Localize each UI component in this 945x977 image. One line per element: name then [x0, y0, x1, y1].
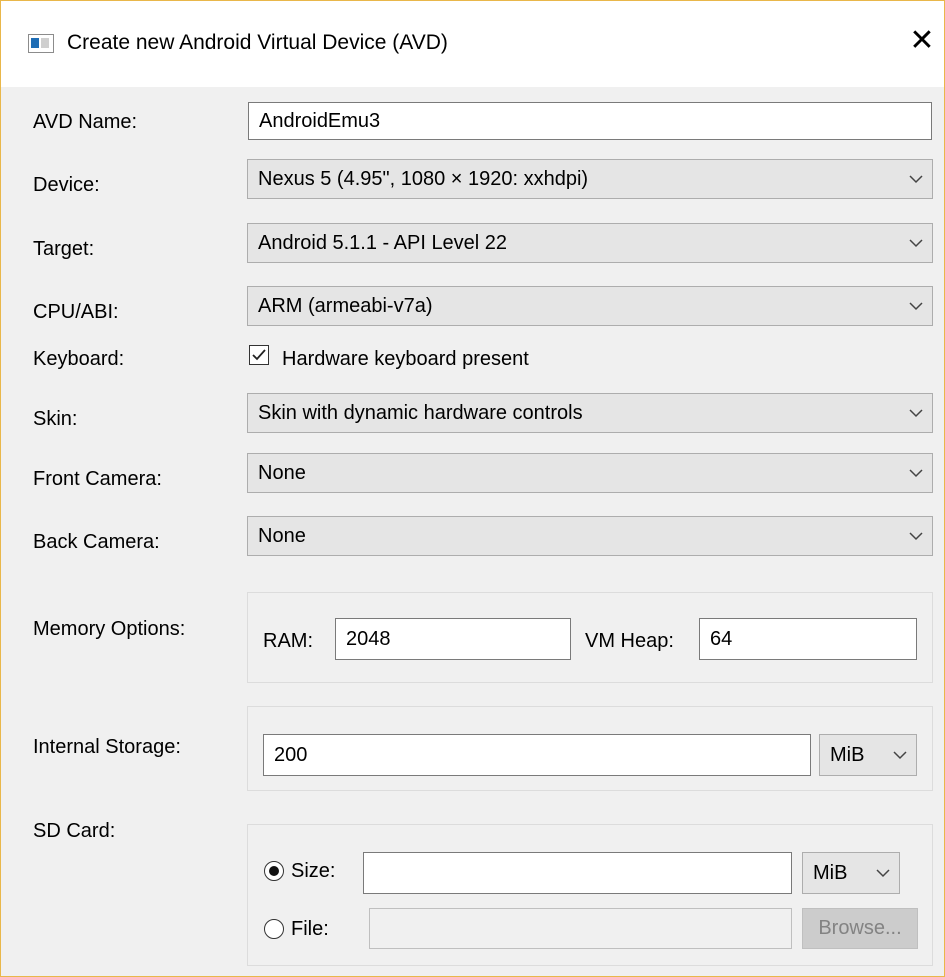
- browse-button: Browse...: [802, 908, 918, 949]
- chevron-down-icon: [876, 869, 890, 878]
- chevron-down-icon: [909, 302, 923, 311]
- sd-size-radio[interactable]: [264, 861, 284, 881]
- close-button[interactable]: ✕: [907, 21, 937, 61]
- vm-heap-label: VM Heap:: [585, 630, 674, 652]
- sd-size-unit-select[interactable]: MiB: [802, 852, 900, 894]
- chevron-down-icon: [909, 532, 923, 541]
- skin-select-value: Skin with dynamic hardware controls: [258, 402, 583, 424]
- chevron-down-icon: [893, 751, 907, 760]
- internal-storage-unit-select[interactable]: MiB: [819, 734, 917, 776]
- avd-name-input[interactable]: AndroidEmu3: [248, 102, 932, 140]
- sd-card-label: SD Card:: [33, 820, 116, 842]
- sd-file-radio[interactable]: [264, 919, 284, 939]
- device-label: Device:: [33, 174, 100, 196]
- sd-size-unit-value: MiB: [813, 862, 848, 884]
- skin-select[interactable]: Skin with dynamic hardware controls: [247, 393, 933, 433]
- window-icon: [28, 34, 54, 53]
- chevron-down-icon: [909, 469, 923, 478]
- device-select[interactable]: Nexus 5 (4.95", 1080 × 1920: xxhdpi): [247, 159, 933, 199]
- avd-name-label: AVD Name:: [33, 111, 138, 133]
- checkmark-icon: [252, 349, 266, 361]
- chevron-down-icon: [909, 175, 923, 184]
- vm-heap-input[interactable]: 64: [699, 618, 917, 660]
- memory-options-label: Memory Options:: [33, 618, 186, 640]
- internal-storage-input[interactable]: 200: [263, 734, 811, 776]
- window-title: Create new Android Virtual Device (AVD): [67, 31, 448, 54]
- cpu-abi-label: CPU/ABI:: [33, 301, 119, 323]
- cpu-abi-select-value: ARM (armeabi-v7a): [258, 295, 433, 317]
- avd-dialog: Create new Android Virtual Device (AVD) …: [0, 0, 945, 977]
- back-camera-select-value: None: [258, 525, 306, 547]
- back-camera-label: Back Camera:: [33, 531, 160, 553]
- ram-label: RAM:: [263, 630, 313, 652]
- front-camera-select[interactable]: None: [247, 453, 933, 493]
- keyboard-label: Keyboard:: [33, 348, 125, 370]
- back-camera-select[interactable]: None: [247, 516, 933, 556]
- hardware-keyboard-label[interactable]: Hardware keyboard present: [282, 347, 529, 371]
- sd-file-label[interactable]: File:: [291, 917, 329, 941]
- front-camera-select-value: None: [258, 462, 306, 484]
- chevron-down-icon: [909, 409, 923, 418]
- sd-file-input: [369, 908, 792, 949]
- device-select-value: Nexus 5 (4.95", 1080 × 1920: xxhdpi): [258, 168, 589, 190]
- sd-size-label[interactable]: Size:: [291, 859, 335, 883]
- target-label: Target:: [33, 238, 95, 260]
- title-bar: Create new Android Virtual Device (AVD) …: [1, 1, 944, 87]
- cpu-abi-select[interactable]: ARM (armeabi-v7a): [247, 286, 933, 326]
- front-camera-label: Front Camera:: [33, 468, 162, 490]
- internal-storage-label: Internal Storage:: [33, 736, 181, 758]
- ram-input[interactable]: 2048: [335, 618, 571, 660]
- target-select-value: Android 5.1.1 - API Level 22: [258, 232, 508, 254]
- skin-label: Skin:: [33, 408, 78, 430]
- internal-storage-unit-value: MiB: [830, 744, 865, 766]
- chevron-down-icon: [909, 239, 923, 248]
- sd-size-input[interactable]: [363, 852, 792, 894]
- target-select[interactable]: Android 5.1.1 - API Level 22: [247, 223, 933, 263]
- hardware-keyboard-checkbox[interactable]: [249, 345, 269, 365]
